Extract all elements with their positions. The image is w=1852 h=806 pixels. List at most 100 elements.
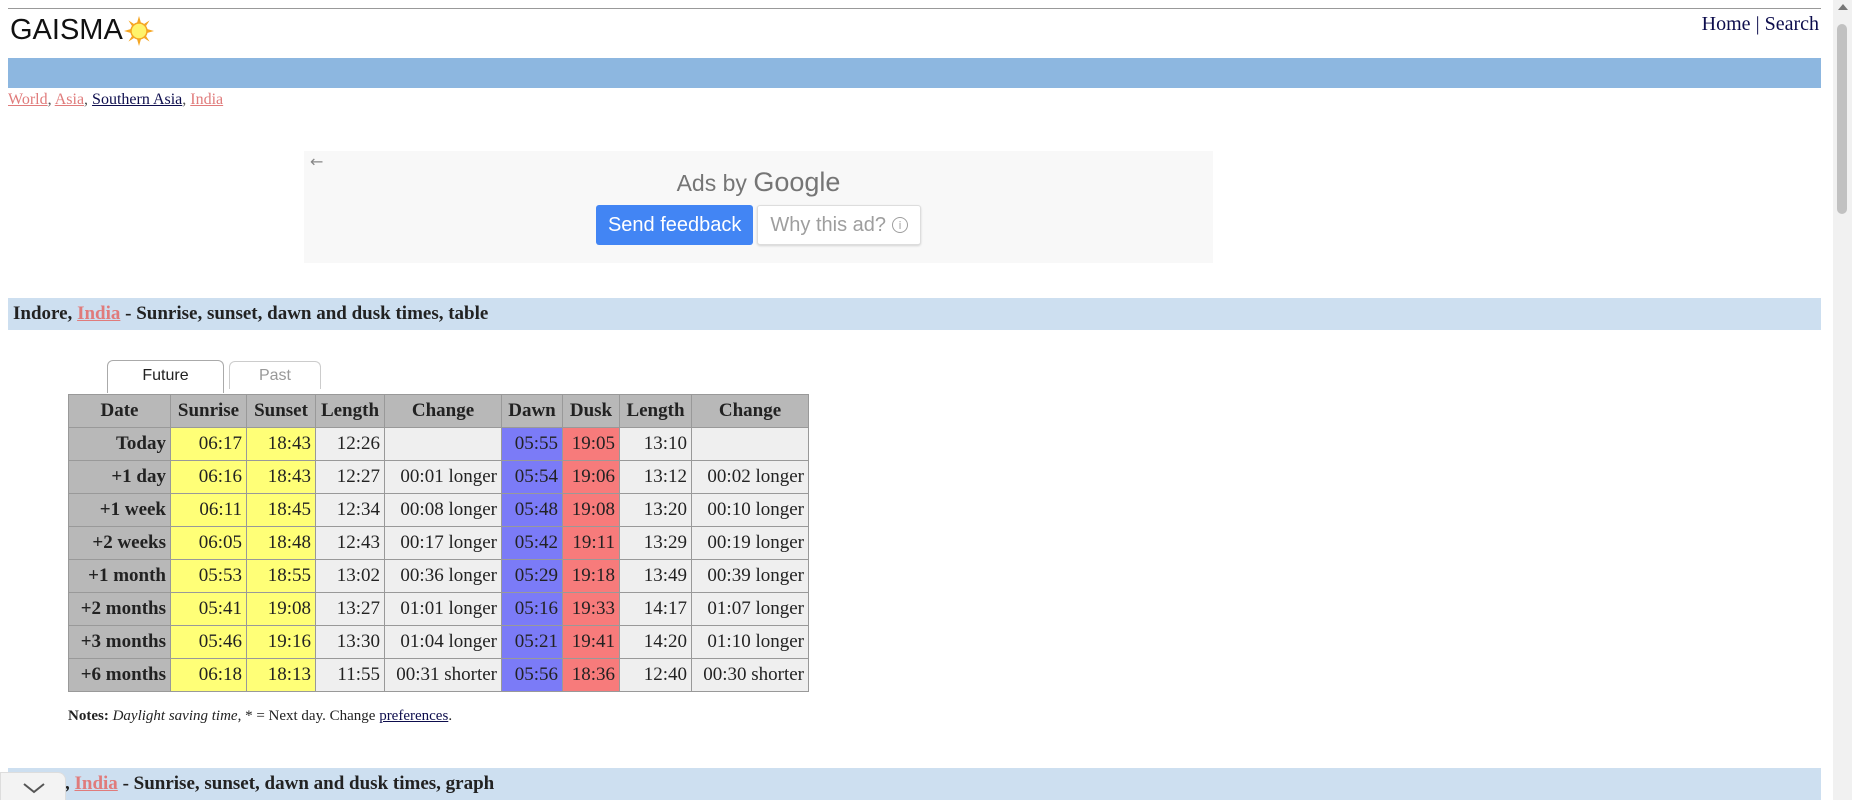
- column-header-date: Date: [68, 394, 171, 428]
- logo-text: GAISMA: [10, 14, 123, 46]
- why-this-ad-button[interactable]: Why this ad? i: [757, 205, 922, 245]
- tab-future[interactable]: Future: [107, 360, 224, 393]
- top-navigation: Home | Search: [1702, 13, 1819, 36]
- ads-by-text: Ads by: [676, 170, 747, 196]
- table-row: +2 weeks 06:05 18:48 12:43 00:17 longer …: [68, 526, 809, 560]
- chevron-down-icon: [23, 783, 45, 794]
- sunset-cell: 18:48: [246, 526, 316, 560]
- dawn-cell: 05:55: [501, 427, 563, 461]
- dawn-cell: 05:56: [501, 658, 563, 692]
- row-date: +1 day: [68, 460, 171, 494]
- notes-end: .: [448, 708, 453, 724]
- send-feedback-button[interactable]: Send feedback: [595, 205, 754, 245]
- info-icon: i: [892, 217, 909, 233]
- table-row: Today 06:17 18:43 12:26 05:55 19:05 13:1…: [68, 427, 809, 461]
- preferences-link[interactable]: preferences: [379, 708, 448, 724]
- dusk-cell: 18:36: [562, 658, 620, 692]
- length-cell: 12:26: [315, 427, 385, 461]
- twilight-change-cell: 00:19 longer: [691, 526, 809, 560]
- length-cell: 13:27: [315, 592, 385, 626]
- twilight-length-cell: 13:12: [619, 460, 692, 494]
- column-header-change-twilight: Change: [691, 394, 809, 428]
- notes-label: Notes:: [68, 708, 109, 724]
- column-header-change: Change: [384, 394, 502, 428]
- sunset-cell: 18:45: [246, 493, 316, 527]
- scroll-up-arrow-icon[interactable]: [1838, 4, 1848, 10]
- collapse-button[interactable]: [0, 772, 66, 800]
- notes-dst: Daylight saving time: [112, 708, 238, 724]
- section-title: - Sunrise, sunset, dawn and dusk times, …: [120, 303, 489, 324]
- search-link[interactable]: Search: [1765, 13, 1819, 35]
- google-ad-panel: ← Ads by Google Send feedback Why this a…: [304, 151, 1213, 263]
- sunset-cell: 18:43: [246, 460, 316, 494]
- dawn-cell: 05:16: [501, 592, 563, 626]
- twilight-length-cell: 13:10: [619, 427, 692, 461]
- twilight-change-cell: [691, 427, 809, 461]
- length-cell: 11:55: [315, 658, 385, 692]
- tab-bar: Future Past: [107, 360, 321, 393]
- vertical-scrollbar[interactable]: [1833, 0, 1852, 800]
- tab-past[interactable]: Past: [229, 361, 321, 389]
- breadcrumb-asia[interactable]: Asia: [55, 91, 84, 108]
- google-wordmark: Google: [753, 167, 841, 197]
- dawn-cell: 05:29: [501, 559, 563, 593]
- breadcrumb: World, Asia, Southern Asia, India: [8, 91, 223, 109]
- row-date: +1 month: [68, 559, 171, 593]
- twilight-change-cell: 01:10 longer: [691, 625, 809, 659]
- breadcrumb-separator: ,: [47, 91, 55, 108]
- twilight-change-cell: 00:30 shorter: [691, 658, 809, 692]
- length-cell: 12:43: [315, 526, 385, 560]
- length-cell: 12:27: [315, 460, 385, 494]
- scrollbar-thumb[interactable]: [1837, 24, 1847, 214]
- twilight-change-cell: 00:39 longer: [691, 559, 809, 593]
- row-date: +2 months: [68, 592, 171, 626]
- length-cell: 13:02: [315, 559, 385, 593]
- sunrise-cell: 06:16: [170, 460, 247, 494]
- why-this-ad-label: Why this ad?: [770, 213, 887, 236]
- sunset-cell: 18:13: [246, 658, 316, 692]
- twilight-length-cell: 13:49: [619, 559, 692, 593]
- top-rule: [8, 8, 1821, 9]
- twilight-length-cell: 14:20: [619, 625, 692, 659]
- sun-times-table: Date Sunrise Sunset Length Change Dawn D…: [68, 394, 809, 692]
- column-header-length-twilight: Length: [619, 394, 692, 428]
- twilight-length-cell: 13:29: [619, 526, 692, 560]
- dawn-cell: 05:48: [501, 493, 563, 527]
- breadcrumb-southern-asia[interactable]: Southern Asia: [92, 91, 182, 108]
- column-header-sunset: Sunset: [246, 394, 316, 428]
- change-cell: 00:36 longer: [384, 559, 502, 593]
- row-date: +2 weeks: [68, 526, 171, 560]
- dawn-cell: 05:21: [501, 625, 563, 659]
- twilight-length-cell: 14:17: [619, 592, 692, 626]
- home-link[interactable]: Home: [1702, 13, 1751, 35]
- gaisma-logo[interactable]: GAISMA: [10, 14, 154, 47]
- breadcrumb-world[interactable]: World: [8, 91, 48, 108]
- change-cell: 00:31 shorter: [384, 658, 502, 692]
- sun-logo-icon: [123, 15, 154, 46]
- twilight-length-cell: 12:40: [619, 658, 692, 692]
- dawn-cell: 05:42: [501, 526, 563, 560]
- twilight-change-cell: 00:02 longer: [691, 460, 809, 494]
- column-header-dawn: Dawn: [501, 394, 563, 428]
- breadcrumb-separator: ,: [84, 91, 93, 108]
- section-country-link[interactable]: India: [77, 303, 120, 324]
- change-cell: 00:08 longer: [384, 493, 502, 527]
- section-country-link[interactable]: India: [75, 773, 118, 794]
- ad-buttons: Send feedback Why this ad? i: [304, 205, 1213, 245]
- change-cell: [384, 427, 502, 461]
- sunrise-cell: 06:05: [170, 526, 247, 560]
- column-header-dusk: Dusk: [562, 394, 620, 428]
- twilight-change-cell: 00:10 longer: [691, 493, 809, 527]
- twilight-change-cell: 01:07 longer: [691, 592, 809, 626]
- dawn-cell: 05:54: [501, 460, 563, 494]
- sunset-cell: 18:43: [246, 427, 316, 461]
- dusk-cell: 19:41: [562, 625, 620, 659]
- sunset-cell: 19:16: [246, 625, 316, 659]
- table-row: +1 day 06:16 18:43 12:27 00:01 longer 05…: [68, 460, 809, 494]
- table-notes: Notes: Daylight saving time, * = Next da…: [68, 708, 452, 725]
- nav-separator: |: [1750, 13, 1765, 35]
- dusk-cell: 19:05: [562, 427, 620, 461]
- breadcrumb-india[interactable]: India: [190, 91, 223, 108]
- table-row: +3 months 05:46 19:16 13:30 01:04 longer…: [68, 625, 809, 659]
- column-header-sunrise: Sunrise: [170, 394, 247, 428]
